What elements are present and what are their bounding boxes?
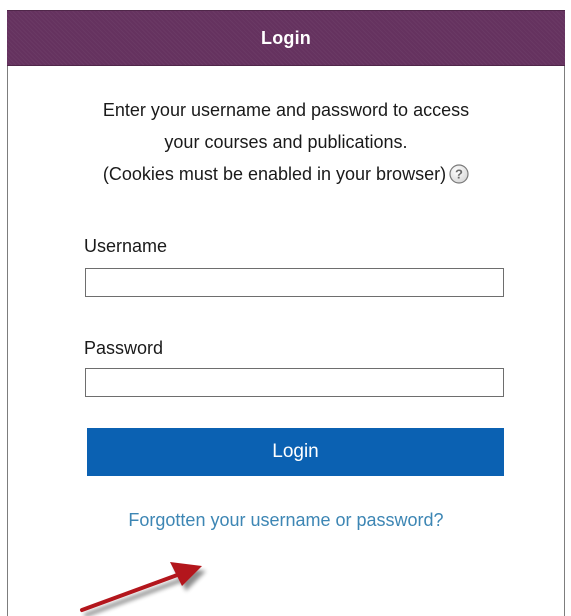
- instructions-line-1: Enter your username and password to acce…: [102, 100, 470, 120]
- password-input[interactable]: [85, 368, 504, 397]
- question-circle-icon[interactable]: ?: [449, 164, 469, 184]
- cookies-notice: (Cookies must be enabled in your browser…: [102, 164, 447, 184]
- password-label: Password: [84, 338, 164, 358]
- red-arrow-annotation: [80, 562, 202, 612]
- login-button[interactable]: Login: [87, 428, 504, 476]
- username-input[interactable]: [85, 268, 504, 297]
- instructions-line-2: your courses and publications.: [164, 132, 408, 152]
- username-label: Username: [84, 236, 168, 256]
- forgot-credentials-link[interactable]: Forgotten your username or password?: [8, 510, 564, 531]
- login-panel-header: Login: [7, 10, 565, 66]
- login-panel-title: Login: [261, 27, 311, 48]
- svg-text:?: ?: [455, 167, 463, 182]
- login-panel: Login Enter your username and password t…: [7, 10, 565, 616]
- login-instructions: Enter your username and password to acce…: [8, 94, 564, 190]
- instructions-line-3: (Cookies must be enabled in your browser…: [8, 158, 564, 190]
